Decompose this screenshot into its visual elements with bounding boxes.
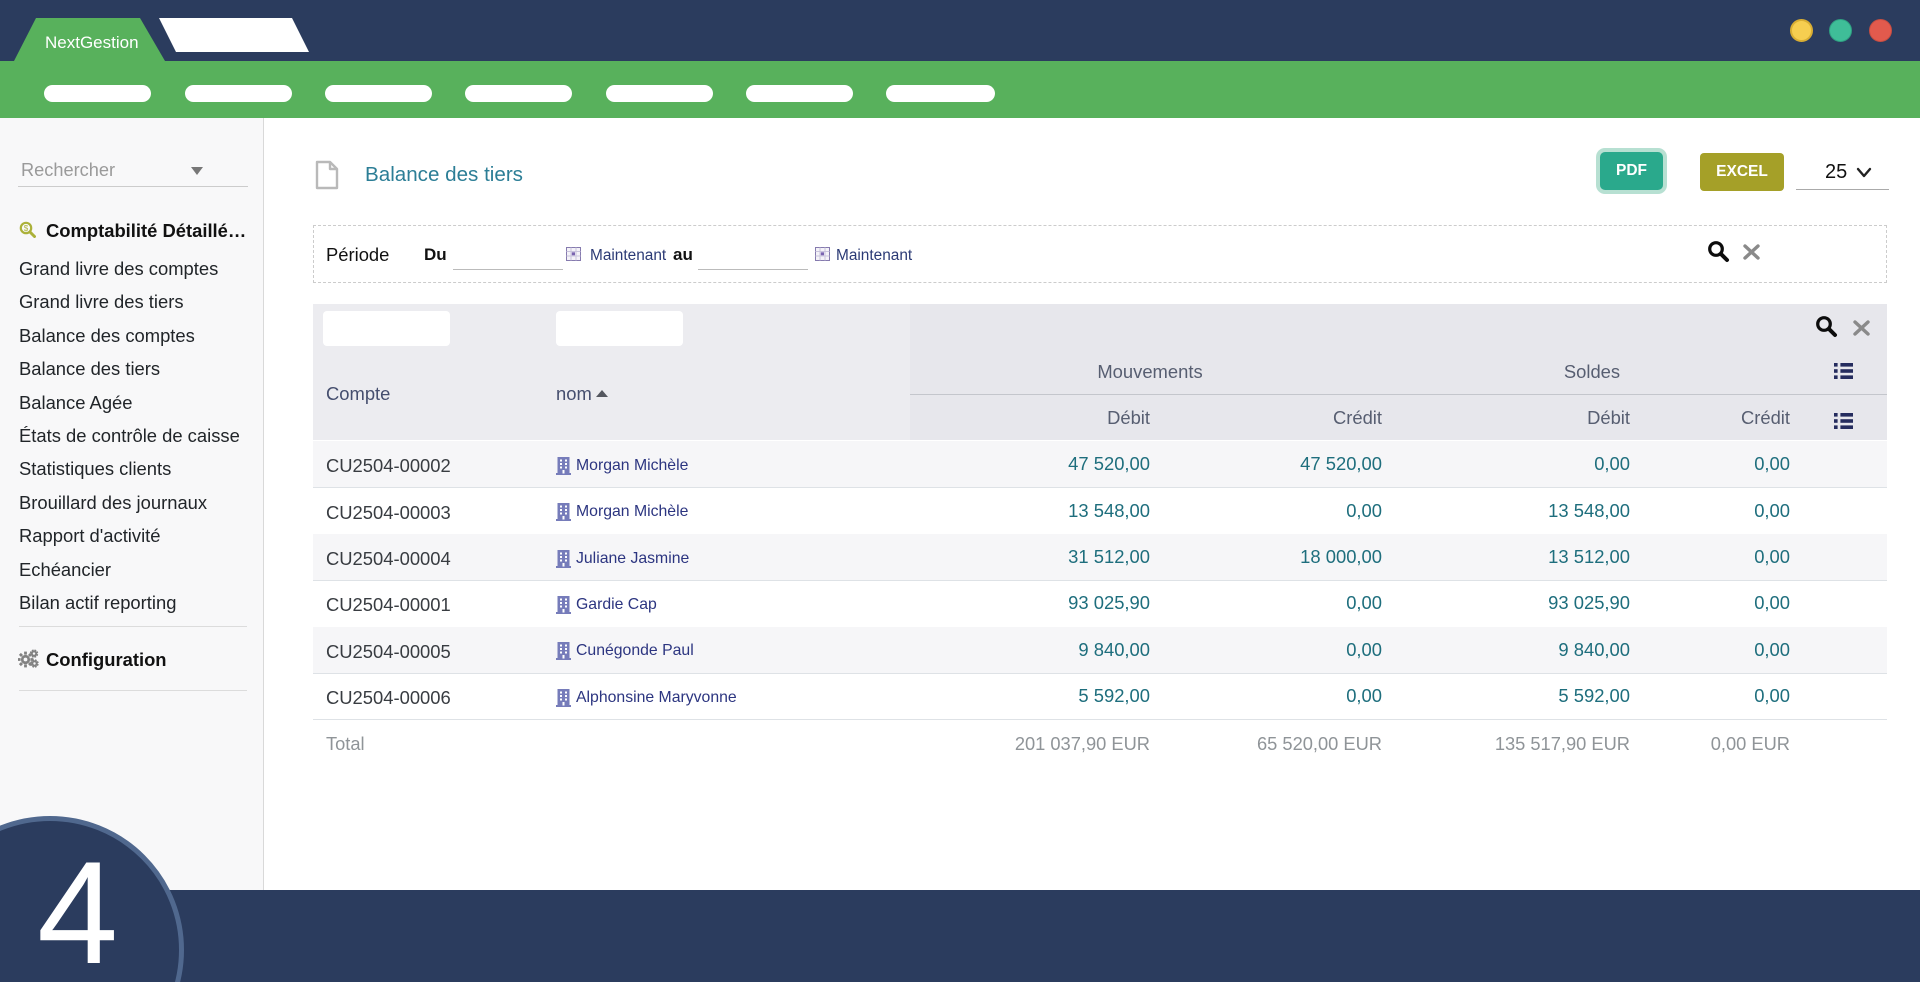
svg-text:$: $ xyxy=(24,224,29,233)
